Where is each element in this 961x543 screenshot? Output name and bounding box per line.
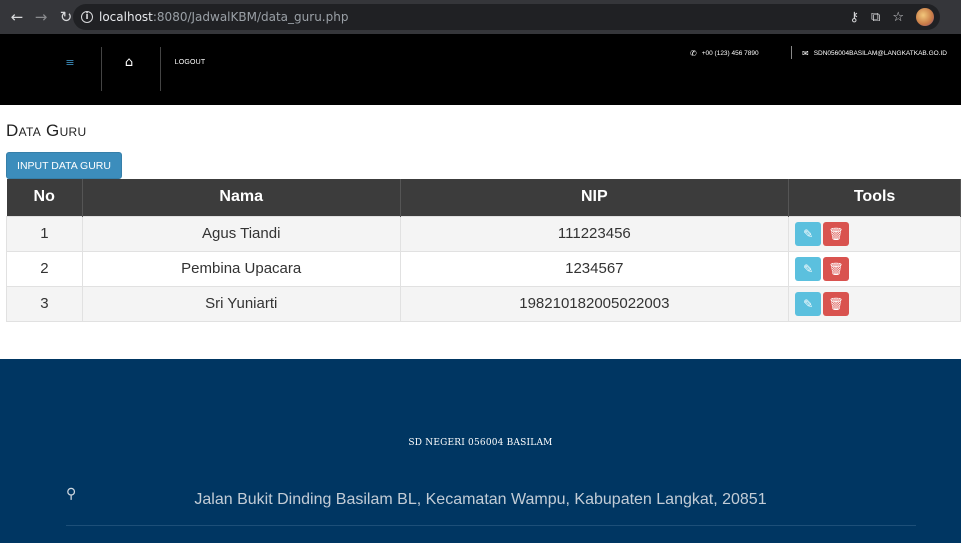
table-row: 2 Pembina Upacara 1234567 ✎ 🗑 xyxy=(6,250,961,287)
teacher-table: No Nama NIP Tools 1 Agus Tiandi 11122345… xyxy=(6,179,961,322)
top-navbar: ≡ ⌂ LOGOUT ✆ +00 (123) 456 7890 ✉ SDN056… xyxy=(0,34,961,105)
footer: SD NEGERI 056004 BASILAM ⚲ Jalan Bukit D… xyxy=(0,359,961,543)
table-row: 1 Agus Tiandi 111223456 ✎ 🗑 xyxy=(6,215,961,252)
menu-icon[interactable]: ≡ xyxy=(48,34,92,91)
header-tools: Tools xyxy=(788,179,961,216)
cell-tools: ✎ 🗑 xyxy=(788,285,961,322)
contact-phone: ✆ +00 (123) 456 7890 xyxy=(690,46,759,60)
footer-divider xyxy=(66,525,916,526)
page-title: Data Guru xyxy=(6,121,87,140)
header-no: No xyxy=(6,179,83,216)
forward-icon[interactable]: → xyxy=(30,6,52,28)
cell-nama: Sri Yuniarti xyxy=(81,285,401,322)
edit-pencil-icon[interactable]: ✎ xyxy=(795,221,822,246)
star-icon[interactable]: ☆ xyxy=(892,10,904,25)
email-text: SDN056004BASILAM@LANGKATKAB.GO.ID xyxy=(813,49,947,57)
cell-nama: Agus Tiandi xyxy=(81,215,401,252)
contact-divider xyxy=(791,46,792,59)
table-row: 3 Sri Yuniarti 198210182005022003 ✎ 🗑 xyxy=(6,285,961,322)
navbar-divider xyxy=(101,47,102,91)
cell-tools: ✎ 🗑 xyxy=(788,215,961,252)
cell-nama: Pembina Upacara xyxy=(81,250,401,287)
header-nip: NIP xyxy=(400,179,790,216)
delete-trash-icon[interactable]: 🗑 xyxy=(823,221,850,246)
cell-nip: 1234567 xyxy=(399,250,790,287)
phone-text: +00 (123) 456 7890 xyxy=(701,49,759,57)
table-header-row: No Nama NIP Tools xyxy=(6,179,961,216)
home-icon[interactable]: ⌂ xyxy=(110,34,148,91)
info-icon[interactable]: i xyxy=(81,11,93,23)
browser-toolbar: ← → ↻ i localhost:8080/JadwalKBM/data_gu… xyxy=(0,0,961,34)
delete-trash-icon[interactable]: 🗑 xyxy=(823,256,850,281)
footer-address: Jalan Bukit Dinding Basilam BL, Kecamata… xyxy=(194,491,767,508)
input-data-guru-button[interactable]: INPUT DATA GURU xyxy=(6,152,122,179)
profile-icon[interactable] xyxy=(916,8,934,26)
contact-email: ✉ SDN056004BASILAM@LANGKATKAB.GO.ID xyxy=(802,46,947,60)
edit-pencil-icon[interactable]: ✎ xyxy=(795,256,822,281)
phone-icon: ✆ xyxy=(690,48,697,58)
footer-school-name: SD NEGERI 056004 BASILAM xyxy=(408,438,553,448)
cell-no: 1 xyxy=(6,215,83,252)
edit-pencil-icon[interactable]: ✎ xyxy=(795,291,822,316)
cell-no: 3 xyxy=(6,285,83,322)
delete-trash-icon[interactable]: 🗑 xyxy=(823,291,850,316)
logout-link[interactable]: LOGOUT xyxy=(170,34,210,91)
envelope-icon: ✉ xyxy=(802,48,809,58)
cell-nip: 111223456 xyxy=(399,215,790,252)
url-text: localhost:8080/JadwalKBM/data_guru.php xyxy=(99,10,349,24)
key-icon[interactable]: ⚷ xyxy=(850,10,860,25)
cell-tools: ✎ 🗑 xyxy=(788,250,961,287)
translate-icon[interactable]: ⧉ xyxy=(871,10,880,25)
cell-nip: 198210182005022003 xyxy=(399,285,790,322)
navbar-divider xyxy=(160,47,161,91)
cell-no: 2 xyxy=(6,250,83,287)
address-bar[interactable]: i localhost:8080/JadwalKBM/data_guru.php… xyxy=(73,4,940,30)
back-icon[interactable]: ← xyxy=(6,6,28,28)
header-nama: Nama xyxy=(82,179,401,216)
